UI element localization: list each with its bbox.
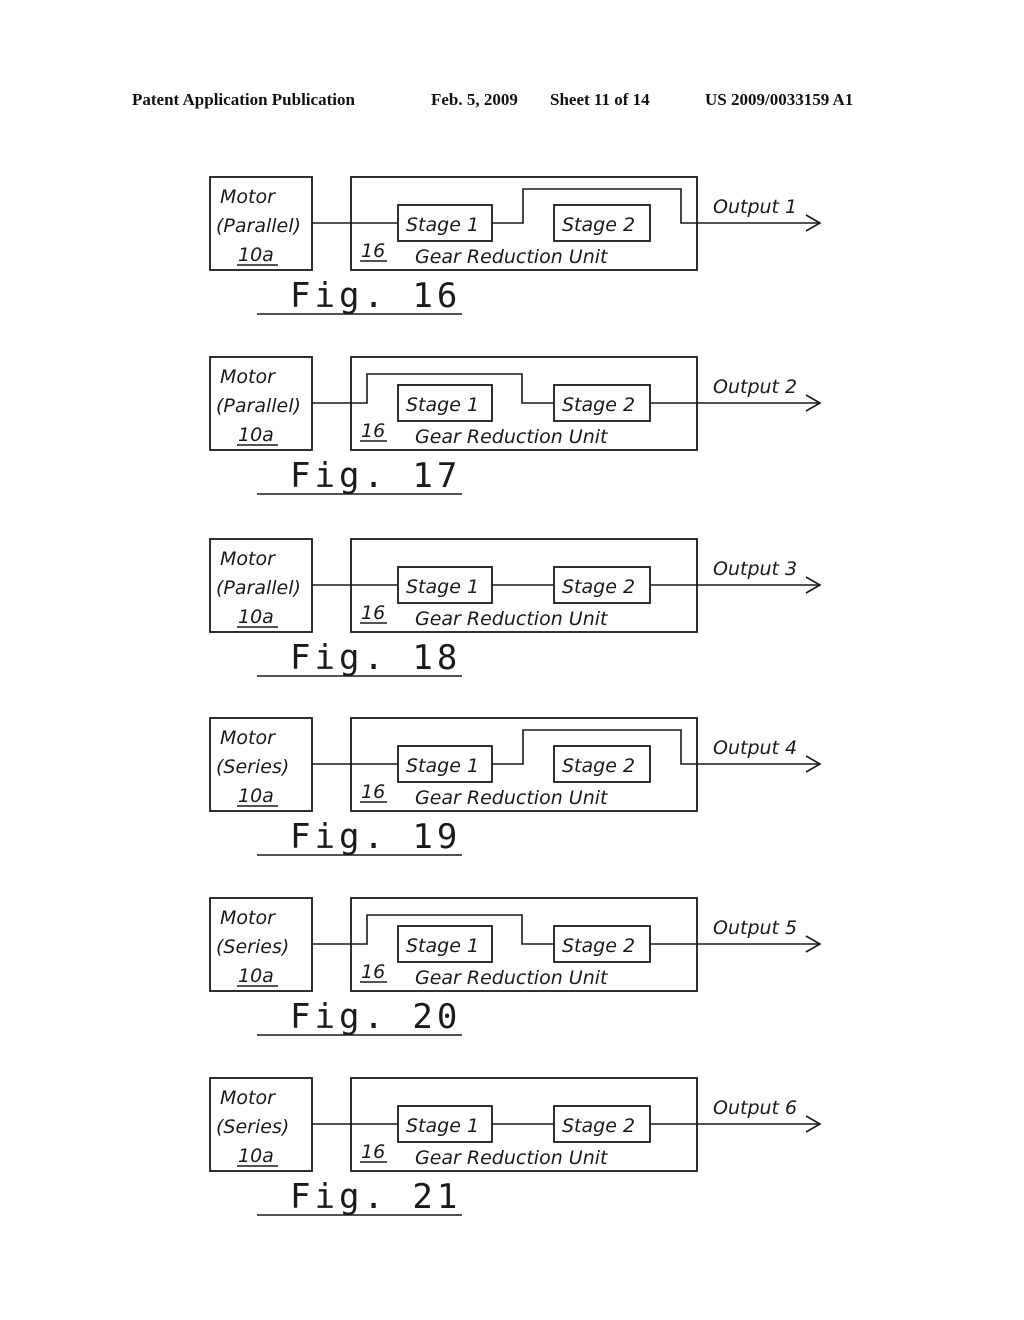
figure-caption: Fig. 16 [290,276,461,316]
unit-ref-label: 16 [361,420,385,442]
figure-caption: Fig. 20 [290,997,461,1037]
figure-caption: Fig. 17 [290,456,461,496]
motor-type-label: (Parallel) [216,215,301,237]
motor-ref-label: 10a [238,606,274,628]
motor-ref-label: 10a [238,785,274,807]
stage2-label: Stage 2 [562,755,635,777]
motor-type-label: (Series) [216,936,289,958]
unit-ref-label: 16 [361,781,385,803]
motor-ref-label: 10a [238,1145,274,1167]
unit-ref-label: 16 [361,602,385,624]
stage1-label: Stage 1 [406,935,479,957]
figure-17: Motor (Parallel) 10a 16 Gear Reduction Unit S… [209,356,822,496]
motor-ref-label: 10a [238,424,274,446]
output-label: Output 6 [713,1097,797,1119]
figure-18: Motor (Parallel) 10a 16 Gear Reduction Unit S… [209,538,822,678]
motor-label: Motor [220,727,276,749]
output-label: Output 4 [713,737,797,759]
stage2-label: Stage 2 [562,1115,635,1137]
output-label: Output 2 [713,376,797,398]
output-label: Output 1 [713,196,797,218]
output-label: Output 5 [713,917,797,939]
figure-21: Motor (Series) 10a 16 Gear Reduction Unit Sta… [209,1077,822,1217]
unit-label: Gear Reduction Unit [415,787,609,809]
figure-20: Motor (Series) 10a 16 Gear Reduction Unit Sta… [209,897,822,1037]
stage1-label: Stage 1 [406,214,479,236]
motor-type-label: (Series) [216,756,289,778]
unit-label: Gear Reduction Unit [415,246,609,268]
motor-type-label: (Series) [216,1116,289,1138]
unit-label: Gear Reduction Unit [415,1147,609,1169]
motor-type-label: (Parallel) [216,395,301,417]
figure-caption: Fig. 18 [290,638,461,678]
unit-label: Gear Reduction Unit [415,426,609,448]
motor-ref-label: 10a [238,965,274,987]
figure-caption: Fig. 19 [290,817,461,857]
figure-caption: Fig. 21 [290,1177,461,1217]
motor-label: Motor [220,907,276,929]
stage2-label: Stage 2 [562,576,635,598]
motor-label: Motor [220,548,276,570]
stage2-label: Stage 2 [562,935,635,957]
motor-label: Motor [220,186,276,208]
output-label: Output 3 [713,558,797,580]
stage2-label: Stage 2 [562,214,635,236]
unit-ref-label: 16 [361,961,385,983]
motor-type-label: (Parallel) [216,577,301,599]
unit-label: Gear Reduction Unit [415,967,609,989]
unit-ref-label: 16 [361,1141,385,1163]
stage1-label: Stage 1 [406,1115,479,1137]
stage1-label: Stage 1 [406,576,479,598]
figure-16: Motor (Parallel) 10a 16 Gear Reduction Unit S… [209,176,822,316]
motor-label: Motor [220,366,276,388]
stage2-label: Stage 2 [562,394,635,416]
figure-19: Motor (Series) 10a 16 Gear Reduction Unit Sta… [209,717,822,857]
stage1-label: Stage 1 [406,755,479,777]
unit-ref-label: 16 [361,240,385,262]
stage1-label: Stage 1 [406,394,479,416]
drawing-sheet: Motor (Parallel) 10a 16 Gear Reduction Unit S… [209,176,822,1217]
motor-ref-label: 10a [238,244,274,266]
motor-label: Motor [220,1087,276,1109]
unit-label: Gear Reduction Unit [415,608,609,630]
